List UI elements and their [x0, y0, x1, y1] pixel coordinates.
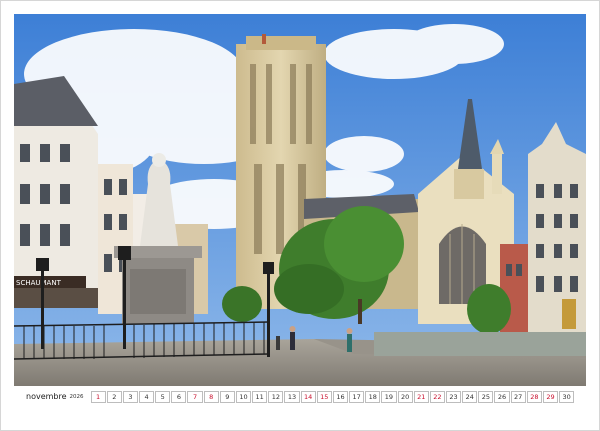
day-cell: 20 [397, 390, 413, 403]
day-cell: 10 [235, 390, 252, 403]
day-cell: 17 [349, 390, 365, 403]
day-cell: 2 [106, 390, 122, 403]
day-cell: 12 [268, 390, 284, 403]
calendar-strip: novembre 2026 1 2 3 4 5 6 7 8 9 10 11 12 13 14 15 16 17 1… [26, 389, 575, 404]
day-cell: 28 [526, 390, 542, 403]
day-cell: 25 [478, 390, 494, 403]
day-cell: 5 [155, 390, 171, 403]
day-cell: 26 [494, 390, 510, 403]
year-label: 2026 [69, 393, 84, 400]
day-cell: 1 [90, 390, 106, 403]
day-cell: 11 [252, 390, 268, 403]
day-cell: 13 [284, 390, 300, 403]
shop-sign: SCHAUMANT [16, 279, 62, 287]
day-cell: 4 [139, 390, 155, 403]
day-cell: 24 [462, 390, 478, 403]
day-cell: 29 [542, 390, 559, 403]
cathedral-square-photo: SCHAUMANT [14, 14, 586, 386]
low-wall [374, 332, 586, 356]
day-cell: 19 [381, 390, 397, 403]
day-cell: 6 [171, 390, 187, 403]
calendar-page: SCHAUMANT novembre 2026 1 2 3 4 5 6 7 8 … [0, 0, 600, 431]
day-cell: 30 [559, 390, 575, 403]
day-cell: 15 [316, 390, 332, 403]
day-cell: 14 [300, 390, 316, 403]
day-cell: 23 [445, 390, 462, 403]
month-label: novembre [26, 392, 67, 401]
day-cell: 16 [332, 390, 349, 403]
day-cell: 22 [429, 390, 445, 403]
day-cell: 7 [187, 390, 203, 403]
day-cell: 3 [122, 390, 138, 403]
day-cell: 21 [413, 390, 429, 403]
day-cell: 18 [365, 390, 381, 403]
day-cells: 1 2 3 4 5 6 7 8 9 10 11 12 13 14 15 16 17 18 19 20 21 22 23 24 2… [90, 390, 575, 403]
day-cell: 8 [203, 390, 219, 403]
day-cell: 9 [219, 390, 235, 403]
day-cell: 27 [510, 390, 526, 403]
